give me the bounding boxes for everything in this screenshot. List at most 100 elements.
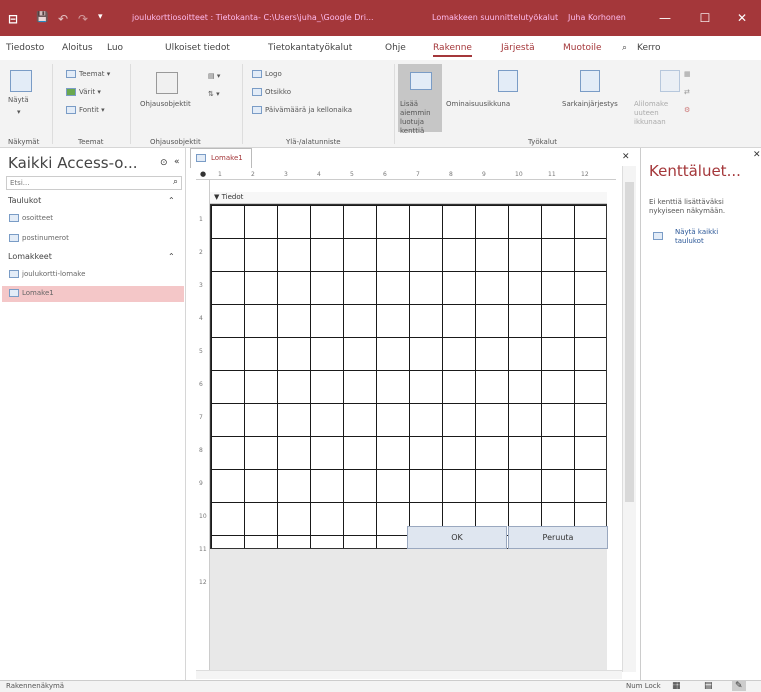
title-bar: ⊟ 💾 ↶ ↷ ▾ joulukorttiosoitteet : Tietoka… xyxy=(0,0,761,36)
detail-section-bar[interactable]: ▼ Tiedot xyxy=(210,192,607,204)
ruler-mark: 7 xyxy=(416,171,420,178)
logo-button[interactable]: Logo xyxy=(252,70,282,78)
status-bar: Rakennenäkymä Num Lock ▦ ▤ ✎ xyxy=(0,680,761,692)
nav-menu-icon[interactable]: ⊙ xyxy=(160,158,168,168)
search-icon[interactable]: ⌕ xyxy=(173,177,178,187)
tab-ulkoiset-tiedot[interactable]: Ulkoiset tiedot xyxy=(165,43,230,53)
ruler-corner[interactable]: ● xyxy=(198,170,208,180)
document-tab[interactable]: Lomake1 xyxy=(190,148,252,168)
ruler-mark: 6 xyxy=(199,381,203,388)
convert-macros-icon[interactable]: ⇄ xyxy=(684,88,690,96)
nav-item-label: Lomake1 xyxy=(22,289,54,297)
tab-luo[interactable]: Luo xyxy=(107,43,123,53)
design-view-icon[interactable]: ✎ xyxy=(732,681,746,691)
undo-icon[interactable]: ↶ xyxy=(58,12,68,26)
vertical-scrollbar[interactable] xyxy=(622,166,636,672)
form-view-icon[interactable]: ▦ xyxy=(672,681,681,691)
view-button[interactable]: Näytä xyxy=(8,96,29,104)
design-grid[interactable] xyxy=(210,204,607,549)
subform-button[interactable]: Alilomake uuteen ikkunaan xyxy=(634,100,674,127)
nav-item-label: postinumerot xyxy=(22,234,69,242)
ruler-mark: 4 xyxy=(199,315,203,322)
ribbon-tabs: Tiedosto Aloitus Luo Ulkoiset tiedot Tie… xyxy=(0,36,761,60)
view-group-label: Näkymät xyxy=(8,138,40,146)
title-button[interactable]: Otsikko xyxy=(252,88,291,96)
group-divider xyxy=(52,64,53,144)
status-mode: Rakennenäkymä xyxy=(6,682,65,690)
tab-ohje[interactable]: Ohje xyxy=(385,43,406,53)
logo-label: Logo xyxy=(265,70,282,78)
themes-button[interactable]: Teemat ▾ xyxy=(66,70,110,78)
window-title: joulukorttiosoitteet : Tietokanta- C:\Us… xyxy=(132,13,374,22)
property-sheet-icon[interactable] xyxy=(498,70,518,92)
colors-button[interactable]: Värit ▾ xyxy=(66,88,101,96)
tab-order-button[interactable]: Sarkainjärjestys xyxy=(562,100,618,108)
view-icon[interactable] xyxy=(10,70,32,92)
nav-item-form[interactable]: joulukortti-lomake xyxy=(9,270,85,278)
controls-button[interactable]: Ohjausobjektit xyxy=(140,100,191,108)
table-icon xyxy=(9,214,19,222)
tab-jarjesta[interactable]: Järjestä xyxy=(501,43,535,53)
tab-muotoile[interactable]: Muotoile xyxy=(563,43,602,53)
nav-search-box[interactable]: ⌕ xyxy=(6,176,182,190)
form-icon xyxy=(196,154,206,162)
field-list-pane: Kenttäluet... ✕ Ei kenttiä lisättäväksi … xyxy=(640,148,761,680)
tab-order-icon[interactable] xyxy=(580,70,600,92)
context-tools-label: Lomakkeen suunnittelutyökalut xyxy=(432,13,559,22)
nav-group-forms[interactable]: Lomakkeet xyxy=(8,252,52,261)
close-document-icon[interactable]: ✕ xyxy=(622,152,630,162)
field-list-close-icon[interactable]: ✕ xyxy=(753,150,761,160)
view-code-icon[interactable]: ▦ xyxy=(684,70,691,78)
group-divider xyxy=(394,64,395,144)
controls-icon[interactable] xyxy=(156,72,178,94)
nav-item-form[interactable]: Lomake1 xyxy=(9,289,54,297)
layout-view-icon[interactable]: ▤ xyxy=(704,681,713,691)
themes-label: Teemat ▾ xyxy=(79,70,111,78)
view-dropdown-icon[interactable]: ▾ xyxy=(17,108,21,116)
close-button[interactable]: ✕ xyxy=(727,8,757,28)
nav-item-table[interactable]: postinumerot xyxy=(9,234,69,242)
nav-group-tables-caret-icon[interactable]: ⌃ xyxy=(168,196,175,205)
property-sheet-button[interactable]: Ominaisuusikkuna xyxy=(446,100,510,108)
tab-tiedosto[interactable]: Tiedosto xyxy=(6,43,44,53)
add-fields-button[interactable]: Lisää aiemmin luotuja kenttiä xyxy=(398,64,442,135)
redo-icon[interactable]: ↷ xyxy=(78,12,88,26)
show-all-tables-link[interactable]: Näytä kaikki taulukot xyxy=(675,228,735,246)
subform-open-icon[interactable]: ⚙ xyxy=(684,106,690,114)
ok-button[interactable]: OK xyxy=(407,526,507,549)
controls-more-icon[interactable]: ▤ ▾ xyxy=(208,72,220,80)
save-icon[interactable]: 💾 xyxy=(36,12,48,23)
fonts-button[interactable]: Fontit ▾ xyxy=(66,106,105,114)
qat-customize-icon[interactable]: ▾ xyxy=(98,12,103,22)
subform-icon[interactable] xyxy=(660,70,680,92)
nav-collapse-icon[interactable]: « xyxy=(174,157,180,167)
ruler-mark: 3 xyxy=(199,282,203,289)
nav-group-tables[interactable]: Taulukot xyxy=(8,196,41,205)
vertical-scrollbar-thumb[interactable] xyxy=(625,182,634,502)
nav-group-forms-caret-icon[interactable]: ⌃ xyxy=(168,252,175,261)
datetime-button[interactable]: Päivämäärä ja kellonaika xyxy=(252,106,352,114)
user-name[interactable]: Juha Korhonen xyxy=(568,13,626,22)
tab-rakenne[interactable]: Rakenne xyxy=(433,43,472,57)
nav-pane-title[interactable]: Kaikki Access-o... xyxy=(8,154,138,172)
form-icon xyxy=(9,270,19,278)
ruler-mark: 5 xyxy=(350,171,354,178)
datetime-label: Päivämäärä ja kellonaika xyxy=(265,106,352,114)
tab-aloitus[interactable]: Aloitus xyxy=(62,43,93,53)
detail-section-label: ▼ Tiedot xyxy=(214,193,244,201)
field-list-title: Kenttäluet... xyxy=(649,162,741,180)
lightbulb-icon[interactable]: ⌕ xyxy=(622,43,627,53)
ruler-mark: 2 xyxy=(199,249,203,256)
controls-insert-icon[interactable]: ⇅ ▾ xyxy=(208,90,220,98)
tab-tietokantatyokalut[interactable]: Tietokantatyökalut xyxy=(268,43,352,53)
restore-button[interactable]: ☐ xyxy=(690,8,720,28)
horizontal-scrollbar[interactable] xyxy=(196,670,622,679)
tell-me-input[interactable]: Kerro xyxy=(637,43,661,53)
ruler-mark: 1 xyxy=(199,216,203,223)
ruler-mark: 1 xyxy=(218,171,222,178)
nav-search-input[interactable] xyxy=(7,177,157,189)
cancel-button[interactable]: Peruuta xyxy=(508,526,608,549)
minimize-button[interactable]: — xyxy=(650,8,680,28)
nav-item-table[interactable]: osoitteet xyxy=(9,214,53,222)
fonts-icon xyxy=(66,106,76,114)
